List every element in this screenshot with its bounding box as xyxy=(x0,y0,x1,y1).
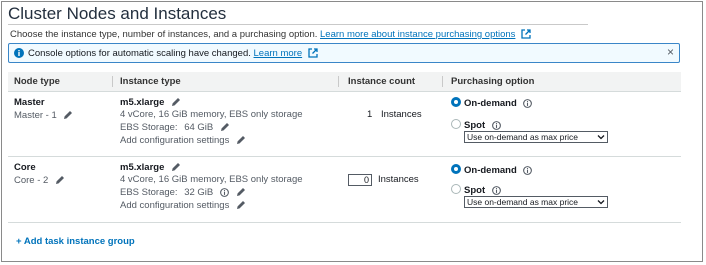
alert-text: Console options for automatic scaling ha… xyxy=(28,48,251,59)
alert-message: Console options for automatic scaling ha… xyxy=(28,48,318,61)
info-icon[interactable] xyxy=(523,166,533,178)
section-description: Choose the instance type, number of inst… xyxy=(10,29,531,42)
on-demand-label: On-demand xyxy=(464,165,517,176)
pencil-icon[interactable] xyxy=(236,187,246,200)
header-node-type: Node type xyxy=(14,76,60,87)
chevron-down-icon xyxy=(597,198,605,208)
select-value: Use on-demand as max price xyxy=(467,132,579,142)
instance-type-text: m5.xlarge xyxy=(120,97,165,108)
header-purchasing-option: Purchasing option xyxy=(451,76,535,87)
info-alert: Console options for automatic scaling ha… xyxy=(8,43,680,63)
spot-radio[interactable] xyxy=(451,184,461,194)
column-divider xyxy=(112,76,113,87)
on-demand-label: On-demand xyxy=(464,98,517,109)
instance-count: 1 Instances xyxy=(367,109,422,120)
alert-learn-more-link[interactable]: Learn more xyxy=(254,48,303,59)
spot-label: Spot xyxy=(464,185,486,196)
info-icon[interactable] xyxy=(219,188,229,200)
ebs-label: EBS Storage: xyxy=(120,122,178,133)
spot-label: Spot xyxy=(464,120,486,131)
spot-radio[interactable] xyxy=(451,119,461,129)
column-divider xyxy=(442,76,443,87)
info-icon[interactable] xyxy=(523,99,533,111)
node-type: Master xyxy=(14,97,45,108)
header-instance-count: Instance count xyxy=(348,76,416,87)
count-unit: Instances xyxy=(378,174,419,185)
add-config-settings: Add configuration settings xyxy=(120,200,246,213)
title-divider xyxy=(8,24,588,25)
description-text: Choose the instance type, number of inst… xyxy=(10,29,318,40)
node-type: Core xyxy=(14,162,36,173)
spot-max-price-select[interactable]: Use on-demand as max price xyxy=(464,196,608,208)
node-name-text: Master - 1 xyxy=(14,110,57,121)
count-value: 1 xyxy=(367,109,373,120)
on-demand-radio[interactable] xyxy=(451,164,461,174)
ebs-storage: EBS Storage: 32 GiB xyxy=(120,187,246,200)
pencil-icon[interactable] xyxy=(236,135,246,148)
table-header: Node type Instance type Instance count P… xyxy=(8,72,681,92)
ebs-value: 64 GiB xyxy=(184,122,214,133)
ebs-label: EBS Storage: xyxy=(120,187,178,198)
learn-more-purchasing-link[interactable]: Learn more about instance purchasing opt… xyxy=(320,29,515,40)
add-task-instance-group-button[interactable]: + Add task instance group xyxy=(16,236,135,247)
row-divider xyxy=(8,156,681,157)
instance-specs: 4 vCore, 16 GiB memory, EBS only storage xyxy=(120,174,303,185)
pencil-icon[interactable] xyxy=(55,175,65,188)
count-unit: Instances xyxy=(380,109,422,120)
external-link-icon[interactable] xyxy=(521,29,531,42)
select-value: Use on-demand as max price xyxy=(467,197,579,207)
external-link-icon[interactable] xyxy=(308,48,318,61)
node-name-text: Core - 2 xyxy=(14,175,49,186)
config-link[interactable]: Add configuration settings xyxy=(120,135,229,146)
table-row-master: Master Master - 1 m5.xlarge 4 vCore, 16 … xyxy=(8,96,681,154)
pencil-icon[interactable] xyxy=(63,110,73,123)
node-name: Master - 1 xyxy=(14,110,73,123)
ebs-value: 32 GiB xyxy=(184,187,214,198)
add-config-settings: Add configuration settings xyxy=(120,135,246,148)
spot-max-price-select[interactable]: Use on-demand as max price xyxy=(464,131,608,143)
chevron-down-icon xyxy=(597,133,605,143)
on-demand-option[interactable]: On-demand xyxy=(451,164,533,178)
ebs-storage: EBS Storage: 64 GiB xyxy=(120,122,230,135)
info-icon xyxy=(14,48,24,61)
instance-specs: 4 vCore, 16 GiB memory, EBS only storage xyxy=(120,109,303,120)
instance-count-input[interactable]: 0 xyxy=(348,174,372,186)
close-icon[interactable]: × xyxy=(667,45,674,59)
table-row-core: Core Core - 2 m5.xlarge 4 vCore, 16 GiB … xyxy=(8,161,681,219)
header-instance-type: Instance type xyxy=(120,76,181,87)
node-name: Core - 2 xyxy=(14,175,65,188)
instance-count: 0 Instances xyxy=(348,174,419,186)
on-demand-option[interactable]: On-demand xyxy=(451,97,533,111)
on-demand-radio[interactable] xyxy=(451,97,461,107)
config-link[interactable]: Add configuration settings xyxy=(120,200,229,211)
column-divider xyxy=(338,76,339,87)
section-title: Cluster Nodes and Instances xyxy=(8,4,227,23)
pencil-icon[interactable] xyxy=(220,122,230,135)
instance-type-text: m5.xlarge xyxy=(120,162,165,173)
row-divider xyxy=(8,222,681,223)
pencil-icon[interactable] xyxy=(236,200,246,213)
